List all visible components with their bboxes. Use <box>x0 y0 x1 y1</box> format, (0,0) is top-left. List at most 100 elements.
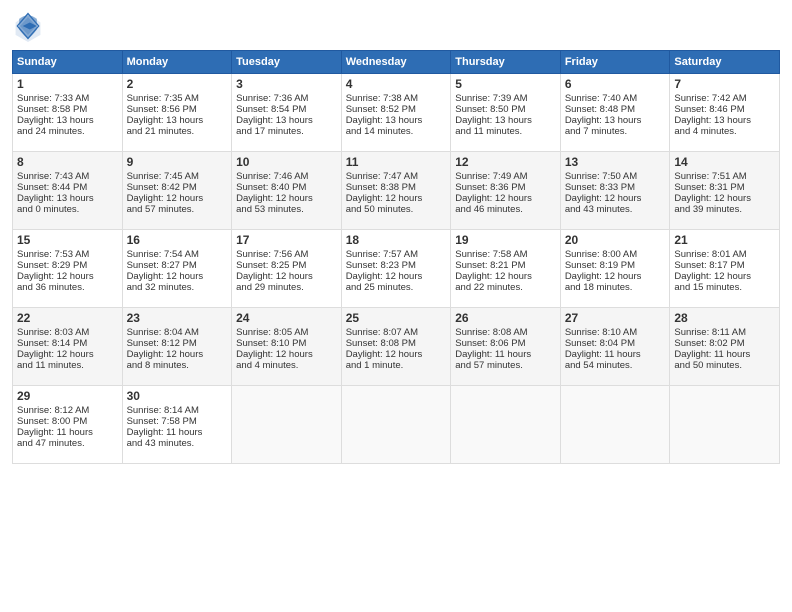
calendar-cell: 12Sunrise: 7:49 AMSunset: 8:36 PMDayligh… <box>451 152 561 230</box>
calendar-cell: 1Sunrise: 7:33 AMSunset: 8:58 PMDaylight… <box>13 74 123 152</box>
day-info-line: Sunset: 8:27 PM <box>127 260 228 271</box>
day-info-line: Sunrise: 8:10 AM <box>565 327 666 338</box>
day-info-line: Sunrise: 7:35 AM <box>127 93 228 104</box>
day-number: 30 <box>127 389 228 403</box>
day-info-line: Sunrise: 8:12 AM <box>17 405 118 416</box>
calendar-cell: 25Sunrise: 8:07 AMSunset: 8:08 PMDayligh… <box>341 308 451 386</box>
calendar-cell: 5Sunrise: 7:39 AMSunset: 8:50 PMDaylight… <box>451 74 561 152</box>
day-info-line: Daylight: 13 hours <box>127 115 228 126</box>
calendar-cell: 19Sunrise: 7:58 AMSunset: 8:21 PMDayligh… <box>451 230 561 308</box>
calendar-cell: 22Sunrise: 8:03 AMSunset: 8:14 PMDayligh… <box>13 308 123 386</box>
day-info-line: Sunrise: 8:01 AM <box>674 249 775 260</box>
calendar-cell: 6Sunrise: 7:40 AMSunset: 8:48 PMDaylight… <box>560 74 670 152</box>
day-info-line: Sunrise: 7:58 AM <box>455 249 556 260</box>
day-info-line: Daylight: 13 hours <box>236 115 337 126</box>
day-number: 12 <box>455 155 556 169</box>
day-info-line: and 14 minutes. <box>346 126 447 137</box>
day-number: 11 <box>346 155 447 169</box>
day-number: 8 <box>17 155 118 169</box>
day-info-line: Sunset: 8:38 PM <box>346 182 447 193</box>
day-info-line: Daylight: 11 hours <box>565 349 666 360</box>
day-info-line: Daylight: 12 hours <box>127 193 228 204</box>
day-number: 13 <box>565 155 666 169</box>
day-info-line: and 15 minutes. <box>674 282 775 293</box>
calendar-cell: 18Sunrise: 7:57 AMSunset: 8:23 PMDayligh… <box>341 230 451 308</box>
calendar-page: Sunday Monday Tuesday Wednesday Thursday… <box>0 0 792 612</box>
calendar-cell: 14Sunrise: 7:51 AMSunset: 8:31 PMDayligh… <box>670 152 780 230</box>
day-info-line: and 21 minutes. <box>127 126 228 137</box>
calendar-cell: 8Sunrise: 7:43 AMSunset: 8:44 PMDaylight… <box>13 152 123 230</box>
logo <box>12 10 48 42</box>
day-info-line: Daylight: 12 hours <box>565 193 666 204</box>
calendar-cell: 29Sunrise: 8:12 AMSunset: 8:00 PMDayligh… <box>13 386 123 464</box>
calendar-cell <box>232 386 342 464</box>
day-info-line: Daylight: 12 hours <box>17 349 118 360</box>
day-number: 23 <box>127 311 228 325</box>
calendar-cell: 17Sunrise: 7:56 AMSunset: 8:25 PMDayligh… <box>232 230 342 308</box>
calendar-cell <box>341 386 451 464</box>
day-number: 21 <box>674 233 775 247</box>
day-number: 26 <box>455 311 556 325</box>
day-info-line: and 54 minutes. <box>565 360 666 371</box>
day-info-line: Sunrise: 7:47 AM <box>346 171 447 182</box>
day-info-line: Sunrise: 7:57 AM <box>346 249 447 260</box>
calendar-cell: 26Sunrise: 8:08 AMSunset: 8:06 PMDayligh… <box>451 308 561 386</box>
day-info-line: and 53 minutes. <box>236 204 337 215</box>
header <box>12 10 780 42</box>
day-info-line: and 47 minutes. <box>17 438 118 449</box>
day-info-line: Daylight: 12 hours <box>674 193 775 204</box>
day-info-line: Daylight: 13 hours <box>565 115 666 126</box>
day-info-line: Daylight: 12 hours <box>127 271 228 282</box>
day-info-line: Sunset: 8:14 PM <box>17 338 118 349</box>
calendar-cell <box>451 386 561 464</box>
day-info-line: and 11 minutes. <box>455 126 556 137</box>
day-info-line: Sunset: 8:48 PM <box>565 104 666 115</box>
day-number: 4 <box>346 77 447 91</box>
day-info-line: Sunset: 8:44 PM <box>17 182 118 193</box>
day-info-line: Sunset: 8:10 PM <box>236 338 337 349</box>
calendar-week-1: 8Sunrise: 7:43 AMSunset: 8:44 PMDaylight… <box>13 152 780 230</box>
day-info-line: Daylight: 12 hours <box>236 193 337 204</box>
day-number: 1 <box>17 77 118 91</box>
day-info-line: Daylight: 11 hours <box>455 349 556 360</box>
day-info-line: and 43 minutes. <box>127 438 228 449</box>
col-wednesday: Wednesday <box>341 51 451 74</box>
calendar-cell: 21Sunrise: 8:01 AMSunset: 8:17 PMDayligh… <box>670 230 780 308</box>
calendar-cell: 24Sunrise: 8:05 AMSunset: 8:10 PMDayligh… <box>232 308 342 386</box>
day-info-line: Daylight: 12 hours <box>17 271 118 282</box>
day-info-line: Sunset: 8:56 PM <box>127 104 228 115</box>
col-friday: Friday <box>560 51 670 74</box>
day-info-line: Sunset: 8:50 PM <box>455 104 556 115</box>
day-info-line: and 50 minutes. <box>346 204 447 215</box>
day-info-line: Sunrise: 7:33 AM <box>17 93 118 104</box>
calendar-cell: 30Sunrise: 8:14 AMSunset: 7:58 PMDayligh… <box>122 386 232 464</box>
day-info-line: Sunrise: 8:11 AM <box>674 327 775 338</box>
day-number: 17 <box>236 233 337 247</box>
day-info-line: Sunrise: 7:36 AM <box>236 93 337 104</box>
day-info-line: Daylight: 12 hours <box>455 271 556 282</box>
day-info-line: Sunset: 8:42 PM <box>127 182 228 193</box>
day-info-line: Daylight: 12 hours <box>346 193 447 204</box>
calendar-cell: 2 Sunrise: 7:35 AMSunset: 8:56 PMDaylight… <box>122 74 232 152</box>
day-info-line: Sunset: 8:58 PM <box>17 104 118 115</box>
day-info-line: and 36 minutes. <box>17 282 118 293</box>
day-number: 28 <box>674 311 775 325</box>
day-number: 2 <box>127 77 228 91</box>
day-info-line: Sunrise: 7:54 AM <box>127 249 228 260</box>
day-info-line: Sunrise: 8:04 AM <box>127 327 228 338</box>
day-info-line: Sunrise: 7:38 AM <box>346 93 447 104</box>
day-info-line: Daylight: 12 hours <box>346 349 447 360</box>
day-info-line: and 57 minutes. <box>455 360 556 371</box>
day-number: 29 <box>17 389 118 403</box>
col-thursday: Thursday <box>451 51 561 74</box>
day-number: 18 <box>346 233 447 247</box>
day-info-line: Sunrise: 7:50 AM <box>565 171 666 182</box>
day-info-line: Daylight: 12 hours <box>674 271 775 282</box>
day-number: 9 <box>127 155 228 169</box>
calendar-cell: 3Sunrise: 7:36 AMSunset: 8:54 PMDaylight… <box>232 74 342 152</box>
day-info-line: Sunset: 8:46 PM <box>674 104 775 115</box>
day-info-line: Daylight: 12 hours <box>236 349 337 360</box>
day-info-line: Sunrise: 8:05 AM <box>236 327 337 338</box>
day-info-line: Sunrise: 7:42 AM <box>674 93 775 104</box>
calendar-cell: 23Sunrise: 8:04 AMSunset: 8:12 PMDayligh… <box>122 308 232 386</box>
